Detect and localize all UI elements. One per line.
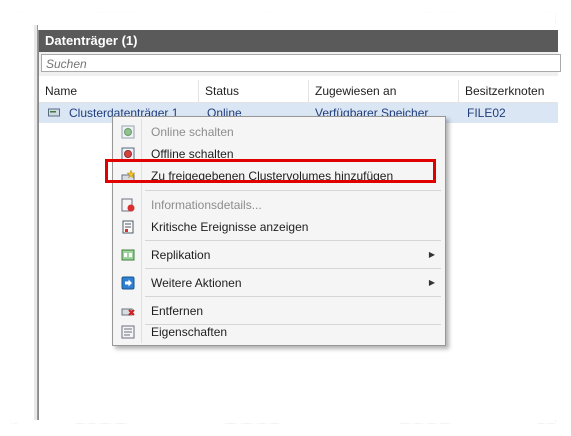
- menu-separator: [145, 268, 441, 269]
- menu-separator: [145, 296, 441, 297]
- column-header: Name Status Zugewiesen an Besitzerknoten: [39, 80, 558, 103]
- online-icon: [121, 125, 135, 139]
- more-actions-icon: [121, 276, 135, 290]
- column-name[interactable]: Name: [39, 80, 199, 102]
- menu-item-info-details[interactable]: Informationsdetails...: [115, 194, 443, 216]
- highlight-annotation: [105, 159, 436, 183]
- menu-separator: [145, 240, 441, 241]
- column-status[interactable]: Status: [199, 80, 309, 102]
- context-menu: Online schalten Offline schalten Zu frei…: [112, 116, 446, 346]
- remove-icon: [121, 308, 135, 316]
- column-owner[interactable]: Besitzerknoten: [459, 80, 558, 102]
- left-pane-edge: [10, 25, 35, 420]
- menu-item-properties[interactable]: Eigenschaften: [115, 321, 443, 343]
- menu-item-critical-events[interactable]: Kritische Ereignisse anzeigen: [115, 216, 443, 238]
- menu-item-more-actions[interactable]: Weitere Aktionen ▶: [115, 272, 443, 294]
- search-input[interactable]: [41, 54, 561, 72]
- search-bar: [39, 52, 561, 76]
- replication-icon: [121, 249, 135, 261]
- disk-icon: [48, 108, 60, 117]
- info-details-icon: [121, 198, 135, 212]
- disk-owner: FILE02: [467, 106, 506, 120]
- submenu-arrow-icon: ▶: [428, 278, 435, 287]
- panel-title: Datenträger (1): [39, 30, 558, 52]
- menu-item-replication[interactable]: Replikation ▶: [115, 244, 443, 266]
- critical-events-icon: [122, 220, 134, 234]
- menu-separator: [145, 190, 441, 191]
- column-assigned[interactable]: Zugewiesen an: [309, 80, 459, 102]
- submenu-arrow-icon: ▶: [428, 250, 435, 259]
- properties-icon: [121, 325, 135, 339]
- menu-item-online[interactable]: Online schalten: [115, 121, 443, 143]
- menu-item-remove[interactable]: Entfernen: [115, 300, 443, 322]
